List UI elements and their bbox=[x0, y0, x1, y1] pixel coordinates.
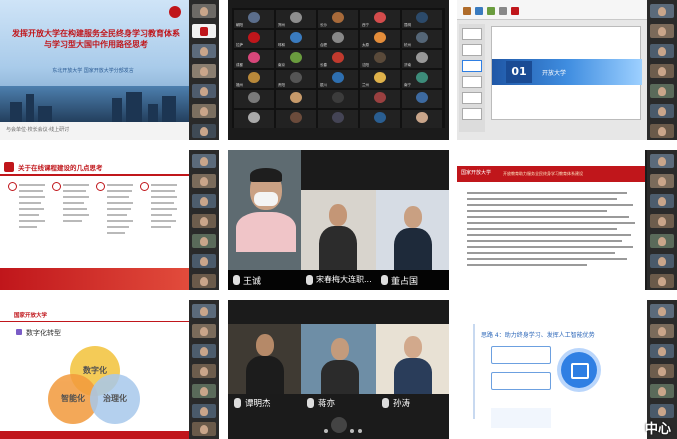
university-logo: 国家开放大学 bbox=[461, 170, 492, 176]
file-icon bbox=[463, 7, 471, 15]
slide-header: 国家开放大学 bbox=[14, 313, 48, 319]
participant-name-bar: 王诚 bbox=[228, 270, 301, 290]
microphone-icon bbox=[234, 398, 241, 408]
player-bottom-bar: 与会单位·校长会议·线上研讨 bbox=[0, 122, 189, 140]
microphone-icon bbox=[382, 398, 389, 408]
participant-strip[interactable] bbox=[647, 0, 677, 140]
microphone-icon bbox=[381, 275, 388, 285]
video-feed-3[interactable] bbox=[376, 190, 449, 270]
ai-monitor-icon bbox=[561, 352, 597, 388]
section-title: 数字化转型 bbox=[16, 329, 61, 337]
meeting-screenshot-grid: 发挥开放大学在构建服务全民终身学习教育体系与学习型大国中作用路径思考 东北开放大… bbox=[0, 0, 677, 439]
presentation-editor-tile[interactable]: 01 开放大学 bbox=[457, 0, 677, 140]
video-call-tile[interactable]: 王诚 宋春梅大连职... 董占国 bbox=[228, 150, 449, 290]
venn-circle: 治理化 bbox=[90, 374, 140, 424]
shared-slide-tile[interactable]: 国家开放大学 数字化转型 数字化 智能化 治理化 bbox=[0, 300, 219, 439]
shared-slide-tile[interactable]: 发挥开放大学在构建服务全民终身学习教育体系与学习型大国中作用路径思考 东北开放大… bbox=[0, 0, 219, 140]
control-dot-icon[interactable] bbox=[358, 429, 362, 433]
shared-slide-tile[interactable]: 思路 4：助力终身学习、发挥人工智能优势 中心 bbox=[457, 300, 677, 439]
slide-title: 发挥开放大学在构建服务全民终身学习教育体系与学习型大国中作用路径思考 bbox=[12, 29, 180, 49]
slide-subtitle: 东北开放大学 国家开放大学分部发言 bbox=[52, 68, 134, 74]
save-icon bbox=[475, 7, 483, 15]
participant-name-bar: 宋春梅大连职... bbox=[301, 270, 376, 290]
slide-thumbnails[interactable] bbox=[459, 24, 485, 132]
ribbon-toolbar[interactable] bbox=[457, 0, 647, 20]
video-feed-2[interactable] bbox=[301, 190, 376, 270]
strategy-slide: 思路 4：助力终身学习、发挥人工智能优势 bbox=[457, 300, 647, 439]
control-dot-icon[interactable] bbox=[324, 429, 328, 433]
video-feed-1[interactable] bbox=[228, 324, 301, 394]
content-slide: 关于在线课程建设的几点思考 bbox=[0, 150, 191, 290]
slide-footer-band bbox=[0, 431, 191, 439]
shared-slide-tile[interactable]: 关于在线课程建设的几点思考 bbox=[0, 150, 219, 290]
slide-heading: 关于在线课程建设的几点思考 bbox=[18, 164, 103, 172]
participant-strip[interactable] bbox=[189, 150, 219, 290]
university-logo-icon bbox=[169, 6, 181, 18]
slide-footer-band bbox=[0, 268, 191, 290]
format-icon bbox=[499, 7, 507, 15]
insert-icon bbox=[487, 7, 495, 15]
control-dot-icon[interactable] bbox=[350, 429, 354, 433]
participant-name-bar: 蒋亦 bbox=[301, 394, 376, 412]
title-slide: 发挥开放大学在构建服务全民终身学习教育体系与学习型大国中作用路径思考 东北开放大… bbox=[0, 0, 189, 122]
document-header: 开放教育助力服务全民终身学习教育体系建设 bbox=[503, 171, 583, 176]
shared-document-tile[interactable]: 国家开放大学 开放教育助力服务全民终身学习教育体系建设 bbox=[457, 150, 677, 290]
video-call-tile[interactable]: 谭明杰 蒋亦 孙涛 bbox=[228, 300, 449, 439]
city-skyline-image bbox=[0, 86, 189, 122]
section-title: 开放大学 bbox=[542, 70, 567, 77]
slide-icon bbox=[511, 7, 519, 15]
participant-strip[interactable] bbox=[189, 0, 219, 140]
ppt-editor-window: 01 开放大学 bbox=[457, 0, 647, 140]
call-controls[interactable] bbox=[228, 415, 449, 437]
video-feed-2[interactable] bbox=[301, 324, 376, 394]
microphone-icon bbox=[306, 275, 313, 285]
slide-heading: 思路 4：助力终身学习、发挥人工智能优势 bbox=[481, 332, 595, 339]
video-feed-1[interactable] bbox=[228, 150, 301, 270]
slide-canvas[interactable]: 01 开放大学 bbox=[491, 26, 642, 120]
microphone-button[interactable] bbox=[331, 417, 347, 433]
participant-name-bar: 孙涛 bbox=[376, 394, 449, 412]
section-number: 01 bbox=[506, 61, 532, 83]
microphone-icon bbox=[233, 275, 240, 285]
participant-name-bar: 董占国 bbox=[376, 270, 449, 290]
participant-name-bar: 谭明杰 bbox=[228, 394, 301, 412]
participant-gallery: 朝阳 郑州 长沙 西宁 昆明 拉萨 呼和 合肥 太原 杭州 成都 南京 长春 沈… bbox=[232, 8, 445, 128]
microphone-icon bbox=[307, 398, 314, 408]
participant-strip[interactable] bbox=[647, 150, 677, 290]
party-flag-icon bbox=[4, 162, 14, 172]
document-slide: 国家开放大学 开放教育助力服务全民终身学习教育体系建设 bbox=[457, 150, 645, 290]
gallery-view-tile[interactable]: 朝阳 郑州 长沙 西宁 昆明 拉萨 呼和 合肥 太原 杭州 成都 南京 长春 沈… bbox=[228, 0, 449, 140]
watermark: 中心 bbox=[644, 422, 671, 437]
participant-strip[interactable] bbox=[189, 300, 219, 439]
venn-slide: 国家开放大学 数字化转型 数字化 智能化 治理化 bbox=[0, 300, 191, 439]
video-feed-3[interactable] bbox=[376, 324, 449, 394]
bottom-bar-text: 与会单位·校长会议·线上研讨 bbox=[6, 127, 70, 133]
